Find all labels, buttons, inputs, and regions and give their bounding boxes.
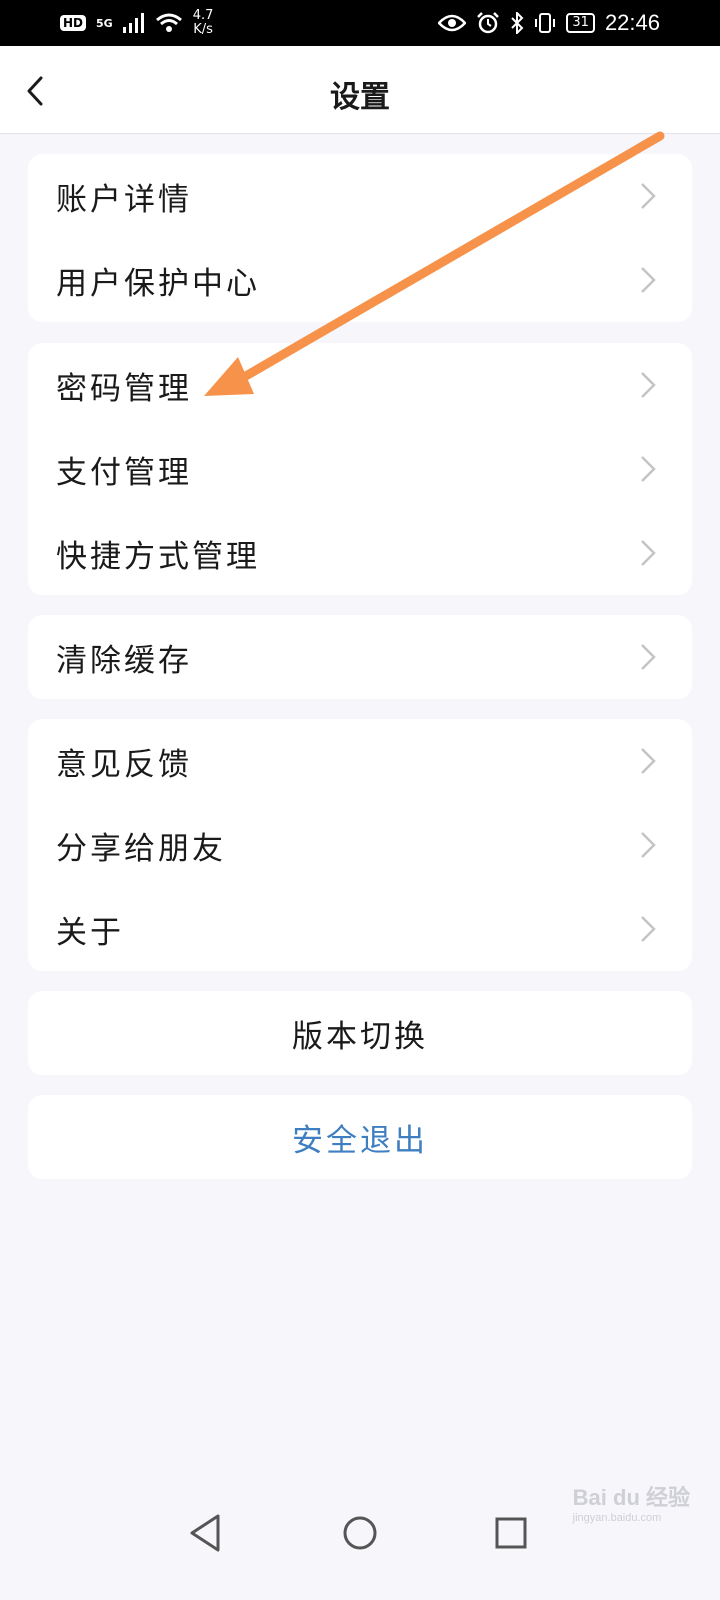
settings-row-clear-cache[interactable]: 清除缓存	[28, 615, 692, 699]
row-label: 快捷方式管理	[56, 538, 260, 575]
settings-row-about[interactable]: 关于	[28, 887, 692, 971]
chevron-right-icon	[641, 540, 656, 566]
watermark-sub: jingyan.baidu.com	[572, 1512, 662, 1524]
status-bar: HD 5G 4.7 K/s 31 22:46	[0, 0, 720, 46]
chevron-right-icon	[641, 267, 656, 293]
network-speed-value: 4.7	[192, 8, 214, 23]
row-label: 关于	[56, 914, 124, 951]
network-type: 5G	[96, 16, 113, 30]
row-label: 账户详情	[56, 181, 192, 218]
eye-icon	[438, 14, 467, 32]
settings-row-share[interactable]: 分享给朋友	[28, 803, 692, 887]
alarm-icon	[476, 12, 500, 34]
chevron-right-icon	[641, 748, 656, 774]
vibrate-icon	[534, 12, 556, 34]
settings-row-shortcuts[interactable]: 快捷方式管理	[28, 511, 692, 595]
battery-icon: 31	[566, 13, 595, 33]
baidu-jingyan-watermark: Bai du 经验 jingyan.baidu.com	[573, 1480, 690, 1524]
settings-row-feedback[interactable]: 意见反馈	[28, 719, 692, 803]
logout-card: 安全退出	[28, 1095, 692, 1179]
settings-row-user-protection[interactable]: 用户保护中心	[28, 238, 692, 322]
back-triangle-icon[interactable]	[180, 1508, 230, 1558]
settings-card-account: 账户详情 用户保护中心	[28, 154, 692, 322]
settings-card-cache: 清除缓存	[28, 615, 692, 699]
network-speed: 4.7 K/s	[193, 9, 214, 37]
status-bar-left: HD 5G 4.7 K/s	[60, 9, 213, 37]
chevron-right-icon	[641, 183, 656, 209]
recents-square-icon[interactable]	[486, 1508, 536, 1558]
row-label: 用户保护中心	[56, 265, 260, 302]
app-header: 设置	[0, 46, 720, 134]
wifi-icon	[155, 13, 183, 33]
settings-row-account-details[interactable]: 账户详情	[28, 154, 692, 238]
settings-row-password[interactable]: 密码管理	[28, 343, 692, 427]
version-switch-card: 版本切换	[28, 991, 692, 1075]
chevron-right-icon	[641, 832, 656, 858]
hd-badge: HD	[60, 15, 87, 31]
row-label: 密码管理	[56, 370, 192, 407]
settings-row-payment[interactable]: 支付管理	[28, 427, 692, 511]
signal-icon	[122, 13, 145, 33]
clock: 22:46	[604, 10, 660, 35]
version-switch-button[interactable]: 版本切换	[28, 991, 692, 1075]
chevron-right-icon	[641, 644, 656, 670]
home-circle-icon[interactable]	[335, 1508, 385, 1558]
row-label: 清除缓存	[56, 642, 192, 679]
chevron-right-icon	[641, 372, 656, 398]
bluetooth-icon	[510, 12, 524, 34]
network-speed-unit: K/s	[193, 22, 213, 37]
status-bar-right: 31 22:46	[438, 10, 660, 36]
logout-button[interactable]: 安全退出	[28, 1095, 692, 1179]
watermark-text: Bai du 经验	[572, 1485, 690, 1510]
page-title: 设置	[330, 80, 390, 115]
settings-card-misc: 意见反馈 分享给朋友 关于	[28, 719, 692, 971]
row-label: 分享给朋友	[56, 830, 226, 867]
chevron-right-icon	[641, 916, 656, 942]
chevron-right-icon	[641, 456, 656, 482]
settings-card-management: 密码管理 支付管理 快捷方式管理	[28, 343, 692, 595]
row-label: 意见反馈	[56, 746, 192, 783]
row-label: 支付管理	[56, 454, 192, 491]
